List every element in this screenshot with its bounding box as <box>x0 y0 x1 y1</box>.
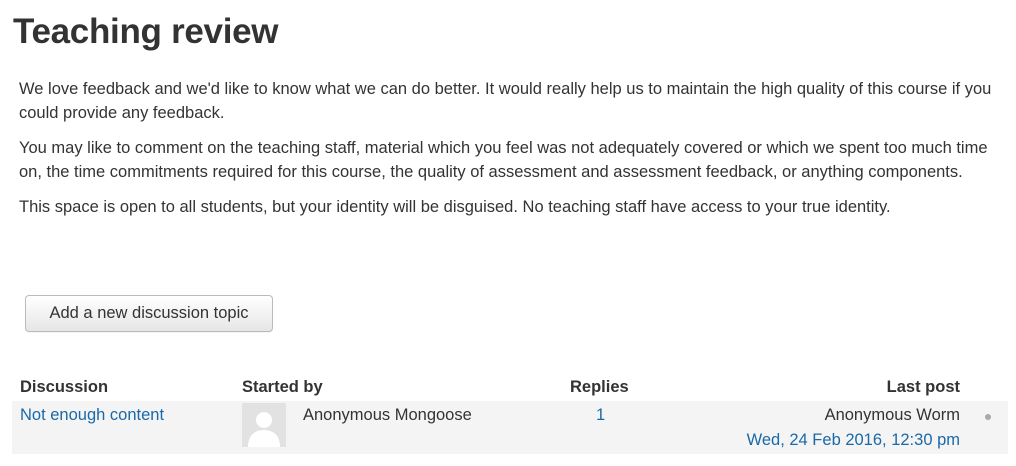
intro-paragraph-3: This space is open to all students, but … <box>19 198 891 216</box>
intro-paragraph-1: We love feedback and we'd like to know w… <box>19 80 992 122</box>
intro-text: We love feedback and we'd like to know w… <box>19 77 999 230</box>
add-discussion-topic-button[interactable]: Add a new discussion topic <box>25 295 273 332</box>
user-avatar-icon[interactable] <box>242 403 286 447</box>
column-header-started-by[interactable]: Started by <box>242 378 323 397</box>
discussion-link[interactable]: Not enough content <box>20 406 164 425</box>
column-header-last-post[interactable]: Last post <box>887 378 960 397</box>
last-post-author[interactable]: Anonymous Worm <box>825 406 960 425</box>
dot-icon[interactable] <box>985 414 991 420</box>
column-header-replies[interactable]: Replies <box>570 378 629 397</box>
column-header-discussion[interactable]: Discussion <box>20 378 108 397</box>
page-title: Teaching review <box>13 12 279 51</box>
forum-page: Teaching review We love feedback and we'… <box>0 0 1016 466</box>
replies-count-link[interactable]: 1 <box>596 406 605 425</box>
intro-paragraph-2: You may like to comment on the teaching … <box>19 139 988 181</box>
table-row: Not enough content Anonymous Mongoose 1 … <box>12 401 1008 454</box>
started-by-name[interactable]: Anonymous Mongoose <box>303 406 472 425</box>
last-post-date-link[interactable]: Wed, 24 Feb 2016, 12:30 pm <box>747 431 960 450</box>
